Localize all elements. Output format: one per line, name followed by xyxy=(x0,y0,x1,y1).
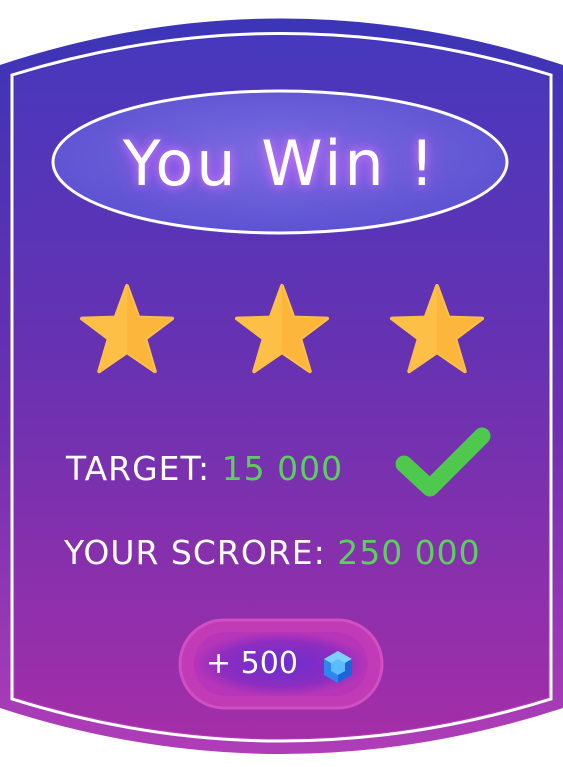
score-value: 250 000 xyxy=(337,533,481,572)
target-row: TARGET: 15 000 xyxy=(66,449,343,488)
star-rating xyxy=(0,283,563,383)
reward-amount: + 500 xyxy=(206,645,298,681)
score-row: YOUR SCRORE: 250 000 xyxy=(64,533,481,572)
star-icon xyxy=(234,283,330,374)
score-label: YOUR SCRORE: xyxy=(64,533,326,572)
gem-icon xyxy=(324,651,352,683)
star-icon xyxy=(79,283,175,374)
star-icon xyxy=(389,283,485,374)
target-label: TARGET: xyxy=(66,449,211,488)
target-value: 15 000 xyxy=(221,449,344,488)
check-icon xyxy=(395,427,491,497)
win-title: You Win ! xyxy=(122,126,438,200)
